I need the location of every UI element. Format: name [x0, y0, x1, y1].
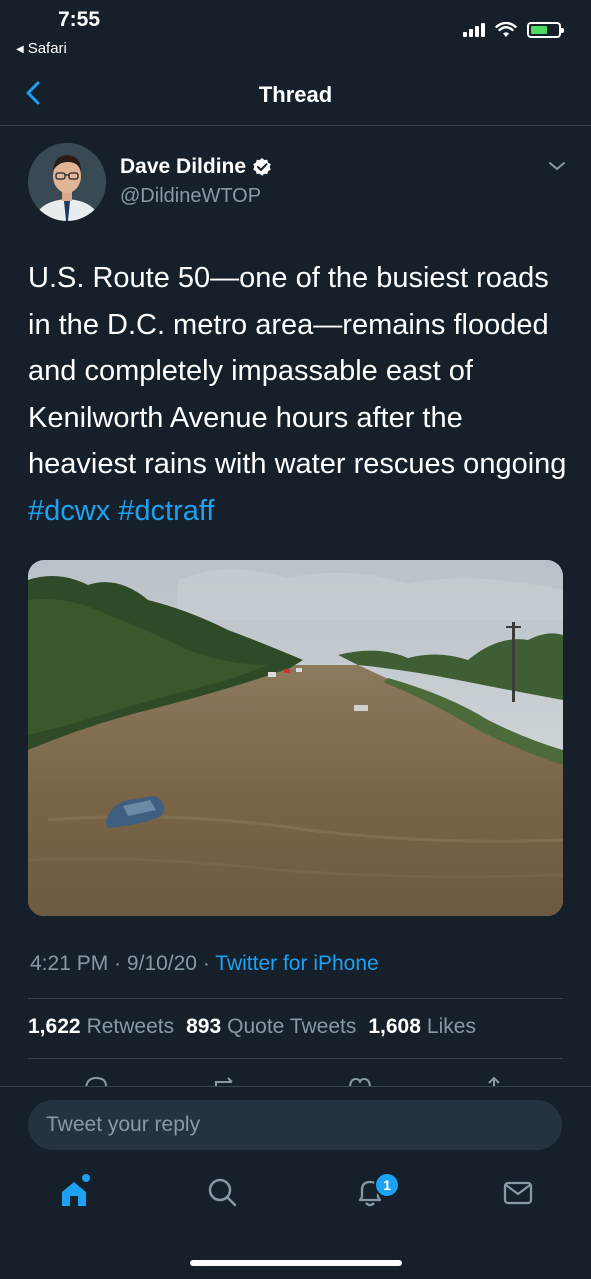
- back-to-safari-link[interactable]: ◀ Safari: [16, 40, 67, 57]
- verified-badge-icon: [253, 158, 271, 176]
- author-name-text: Dave Dildine: [120, 155, 247, 178]
- tweet-body: U.S. Route 50—one of the busiest roads i…: [28, 262, 567, 480]
- retweets-stat[interactable]: 1,622 Retweets: [28, 1015, 174, 1039]
- tweet-stats: 1,622 Retweets 893 Quote Tweets 1,608 Likes: [28, 1015, 476, 1039]
- chevron-down-icon[interactable]: [547, 158, 567, 174]
- battery-charging-icon: [527, 22, 564, 38]
- notification-badge: 1: [374, 1172, 400, 1198]
- home-icon[interactable]: [52, 1170, 96, 1214]
- tweet-time: 4:21 PM: [30, 952, 109, 975]
- retweets-label: Retweets: [86, 1015, 175, 1038]
- back-triangle-icon: ◀: [16, 44, 24, 55]
- tweet-date: 9/10/20: [126, 952, 197, 975]
- quote-tweets-count: 893: [186, 1015, 222, 1038]
- meta-separator: ·: [114, 952, 122, 975]
- thread-header: Thread: [0, 62, 591, 126]
- tweet-text: U.S. Route 50—one of the busiest roads i…: [28, 255, 568, 534]
- back-app-label: Safari: [27, 40, 67, 57]
- tweet-source-link[interactable]: Twitter for iPhone: [215, 952, 378, 975]
- divider: [28, 998, 563, 999]
- likes-label: Likes: [426, 1015, 476, 1038]
- messages-icon[interactable]: [496, 1170, 540, 1214]
- author-handle[interactable]: @DildineWTOP: [120, 185, 261, 208]
- meta-separator: ·: [202, 952, 210, 975]
- divider: [28, 1058, 563, 1059]
- quote-tweets-stat[interactable]: 893 Quote Tweets: [186, 1015, 356, 1039]
- hashtag-link[interactable]: #dcwx: [28, 495, 110, 527]
- retweets-count: 1,622: [28, 1015, 81, 1038]
- page-title: Thread: [258, 82, 333, 107]
- avatar[interactable]: [28, 143, 106, 221]
- search-icon[interactable]: [200, 1170, 244, 1214]
- tweet-meta: 4:21 PM · 9/10/20 · Twitter for iPhone: [30, 952, 379, 976]
- home-indicator[interactable]: [190, 1260, 402, 1266]
- status-time: 7:55: [58, 8, 101, 31]
- status-icons: [463, 22, 564, 38]
- signal-icon: [463, 23, 485, 37]
- likes-count: 1,608: [368, 1015, 421, 1038]
- reply-input[interactable]: [28, 1100, 562, 1150]
- hashtag-link[interactable]: #dctraff: [118, 495, 214, 527]
- quote-tweets-label: Quote Tweets: [227, 1015, 357, 1038]
- likes-stat[interactable]: 1,608 Likes: [368, 1015, 476, 1039]
- author-name[interactable]: Dave Dildine: [120, 155, 272, 179]
- tweet-photo[interactable]: [28, 560, 563, 916]
- wifi-icon: [495, 22, 517, 37]
